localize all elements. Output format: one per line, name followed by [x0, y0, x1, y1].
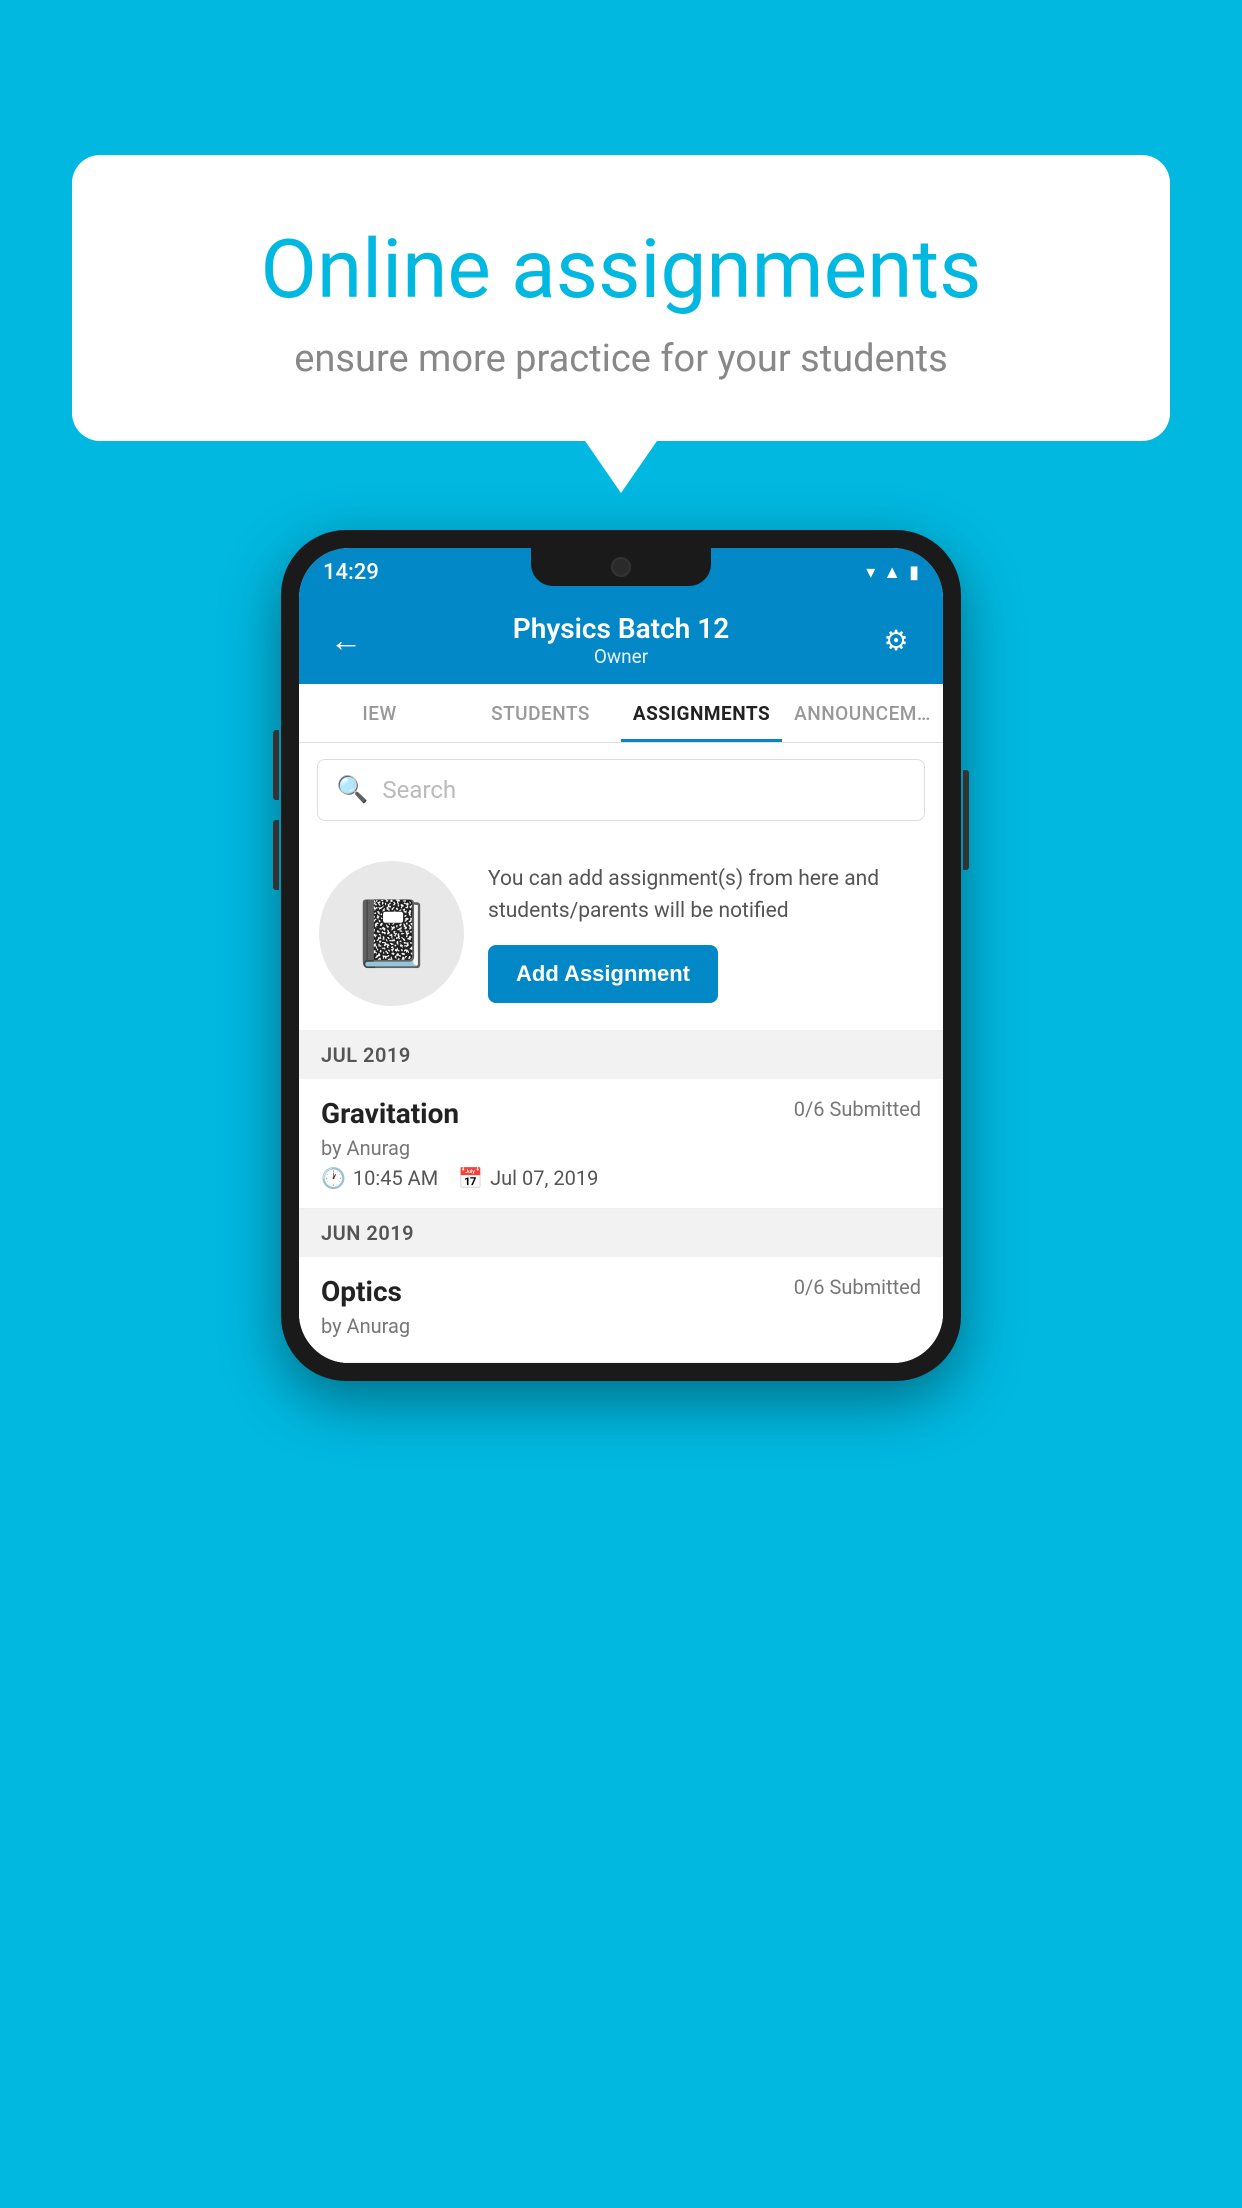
- phone-button-right: [963, 770, 969, 870]
- phone-button-left2: [273, 820, 279, 890]
- search-icon: 🔍: [336, 775, 368, 805]
- settings-button[interactable]: ⚙: [871, 624, 921, 657]
- header-title: Physics Batch 12: [371, 612, 871, 645]
- assignment-item-top: Gravitation 0/6 Submitted: [321, 1097, 921, 1130]
- screen-content: 🔍 Search 📓 You can add assignment(s) fro…: [299, 743, 943, 1363]
- bubble-title: Online assignments: [132, 225, 1110, 315]
- assignment-item-optics[interactable]: Optics 0/6 Submitted by Anurag: [299, 1257, 943, 1363]
- assignment-name-gravitation: Gravitation: [321, 1097, 459, 1130]
- assignment-meta-gravitation: 🕐 10:45 AM 📅 Jul 07, 2019: [321, 1166, 921, 1190]
- battery-icon: ▮: [909, 562, 919, 583]
- phone-frame: 14:29 ▾ ▲ ▮ ← Physics Batch 12 Owner ⚙ I…: [281, 530, 961, 1381]
- promo-text: You can add assignment(s) from here and …: [488, 864, 923, 927]
- tabs-bar: IEW STUDENTS ASSIGNMENTS ANNOUNCEM…: [299, 684, 943, 743]
- tab-iew[interactable]: IEW: [299, 684, 460, 742]
- section-header-jun: JUN 2019: [299, 1209, 943, 1257]
- tab-students[interactable]: STUDENTS: [460, 684, 621, 742]
- assignment-submitted-gravitation: 0/6 Submitted: [794, 1097, 921, 1121]
- speech-bubble: Online assignments ensure more practice …: [72, 155, 1170, 441]
- clock-icon: 🕐: [321, 1166, 346, 1190]
- search-container: 🔍 Search: [299, 743, 943, 837]
- tab-assignments[interactable]: ASSIGNMENTS: [621, 684, 782, 742]
- add-assignment-button[interactable]: Add Assignment: [488, 945, 718, 1003]
- search-placeholder: Search: [382, 776, 456, 804]
- assignment-item-top-optics: Optics 0/6 Submitted: [321, 1275, 921, 1308]
- assignment-icon-circle: 📓: [319, 861, 464, 1006]
- status-time: 14:29: [323, 560, 379, 585]
- time-value: 10:45 AM: [353, 1166, 438, 1190]
- speech-bubble-container: Online assignments ensure more practice …: [72, 155, 1170, 441]
- assignment-time: 🕐 10:45 AM: [321, 1166, 438, 1190]
- assignment-date: 📅 Jul 07, 2019: [458, 1166, 598, 1190]
- add-assignment-promo: 📓 You can add assignment(s) from here an…: [299, 837, 943, 1031]
- bubble-subtitle: ensure more practice for your students: [132, 337, 1110, 381]
- assignment-by-optics: by Anurag: [321, 1314, 921, 1338]
- phone-container: 14:29 ▾ ▲ ▮ ← Physics Batch 12 Owner ⚙ I…: [281, 530, 961, 1381]
- phone-notch: [531, 548, 711, 586]
- search-bar[interactable]: 🔍 Search: [317, 759, 925, 821]
- signal-icon: ▲: [883, 562, 901, 583]
- promo-right: You can add assignment(s) from here and …: [488, 864, 923, 1003]
- calendar-icon: 📅: [458, 1166, 483, 1190]
- back-button[interactable]: ←: [321, 621, 371, 659]
- header-subtitle: Owner: [371, 645, 871, 668]
- assignment-by-gravitation: by Anurag: [321, 1136, 921, 1160]
- phone-camera: [611, 557, 631, 577]
- status-icons: ▾ ▲ ▮: [866, 562, 919, 583]
- date-value: Jul 07, 2019: [490, 1166, 598, 1190]
- phone-button-left: [273, 730, 279, 800]
- section-header-jul: JUL 2019: [299, 1031, 943, 1079]
- phone-screen: 14:29 ▾ ▲ ▮ ← Physics Batch 12 Owner ⚙ I…: [299, 548, 943, 1363]
- assignment-name-optics: Optics: [321, 1275, 402, 1308]
- tab-announcements[interactable]: ANNOUNCEM…: [782, 684, 943, 742]
- app-header: ← Physics Batch 12 Owner ⚙: [299, 596, 943, 684]
- assignment-item-gravitation[interactable]: Gravitation 0/6 Submitted by Anurag 🕐 10…: [299, 1079, 943, 1209]
- assignment-submitted-optics: 0/6 Submitted: [794, 1275, 921, 1299]
- header-center: Physics Batch 12 Owner: [371, 612, 871, 668]
- assignment-icon: 📓: [351, 896, 432, 972]
- wifi-icon: ▾: [866, 562, 875, 583]
